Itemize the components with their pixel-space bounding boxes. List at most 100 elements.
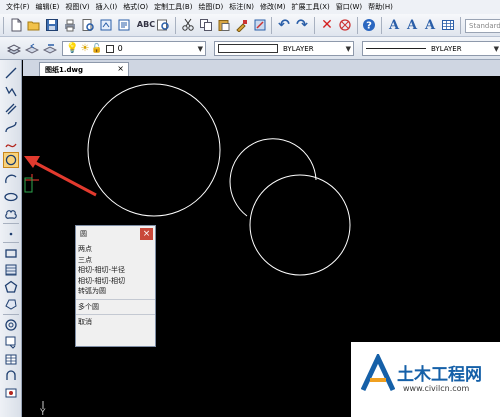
chevron-down-icon: ▼ xyxy=(493,45,499,53)
point-icon[interactable] xyxy=(3,226,19,241)
text-style-icon[interactable]: A xyxy=(386,17,402,33)
menu-item-arc-to-circle[interactable]: 转弧为圆 xyxy=(76,286,155,297)
print-icon[interactable] xyxy=(62,17,78,33)
dim-text-icon[interactable]: A xyxy=(404,17,420,33)
menu-separator xyxy=(76,298,155,300)
circle-options-menu: 圆 × 两点 三点 相切-相切-半径 相切-相切-相切 转弧为圆 多个圆 取消 xyxy=(75,225,156,347)
watermark-logo-icon xyxy=(361,354,395,392)
paste-icon[interactable] xyxy=(216,17,232,33)
freehand-icon[interactable] xyxy=(3,137,19,152)
color-value: BYLAYER xyxy=(283,44,314,53)
menu-help[interactable]: 帮助(H) xyxy=(368,2,393,12)
text-style-select[interactable]: Standard xyxy=(465,19,500,33)
redo-icon[interactable]: ↷ xyxy=(294,17,310,33)
find-replace-icon[interactable] xyxy=(155,17,171,33)
new-file-icon[interactable] xyxy=(8,17,24,33)
toolbar-separator xyxy=(314,17,315,34)
document-tab-title: 图纸1.dwg xyxy=(45,65,84,74)
svg-text:?: ? xyxy=(366,21,372,32)
annotation-arrowhead xyxy=(24,156,40,168)
menu-item-three-point[interactable]: 三点 xyxy=(76,255,155,266)
toolbar-separator xyxy=(3,223,19,224)
circle-shape[interactable] xyxy=(249,174,351,276)
menu-insert[interactable]: 插入(I) xyxy=(96,2,118,12)
table-style-icon[interactable] xyxy=(440,17,456,33)
menu-bar: 文件(F) 编辑(E) 视图(V) 插入(I) 格式(O) 定制工具(B) 绘图… xyxy=(0,0,500,14)
cut-icon[interactable] xyxy=(180,17,196,33)
layer-on-lightbulb-icon: 💡 xyxy=(66,43,79,54)
menu-extension-tools[interactable]: 扩展工具(X) xyxy=(292,2,330,12)
menu-file[interactable]: 文件(F) xyxy=(6,2,30,12)
rectangle-icon[interactable] xyxy=(3,245,19,260)
mtext-icon[interactable]: A xyxy=(422,17,438,33)
toolbar-separator xyxy=(460,17,461,34)
menu-format[interactable]: 格式(O) xyxy=(123,2,148,12)
layer-select[interactable]: 💡 ☀ 🔓 0 ▼ xyxy=(62,41,206,56)
publish-icon[interactable] xyxy=(116,17,132,33)
text-icon[interactable] xyxy=(3,368,19,383)
spline-icon[interactable] xyxy=(3,119,19,134)
menu-view[interactable]: 视图(V) xyxy=(65,2,89,12)
make-object-layer-current-icon[interactable] xyxy=(42,41,58,57)
color-swatch xyxy=(218,44,278,53)
hatch-icon[interactable] xyxy=(3,262,19,277)
site-watermark: 土木工程网 www.civilcn.com xyxy=(351,342,500,417)
menu-item-ttr[interactable]: 相切-相切-半径 xyxy=(76,265,155,276)
layer-previous-icon[interactable] xyxy=(24,41,40,57)
purge-icon[interactable] xyxy=(337,17,353,33)
revcloud-icon[interactable] xyxy=(3,207,19,222)
document-tab[interactable]: 图纸1.dwg × xyxy=(39,62,129,76)
toolbar-separator xyxy=(175,17,176,34)
help-icon[interactable]: ? xyxy=(361,17,377,33)
print-preview-icon[interactable] xyxy=(80,17,96,33)
match-properties-icon[interactable] xyxy=(234,17,250,33)
layer-manager-icon[interactable] xyxy=(6,41,22,57)
table-icon[interactable] xyxy=(3,351,19,366)
standard-toolbar: ABC ↶ ↷ ✕ ? A A A Standard xyxy=(0,14,500,37)
menu-draw[interactable]: 绘图(D) xyxy=(198,2,223,12)
copy-icon[interactable] xyxy=(198,17,214,33)
block-icon[interactable] xyxy=(3,334,19,349)
menu-window[interactable]: 窗口(W) xyxy=(336,2,362,12)
circle-icon[interactable] xyxy=(3,152,19,168)
undo-icon[interactable]: ↶ xyxy=(276,17,292,33)
polyline-icon[interactable] xyxy=(3,83,19,98)
save-icon[interactable] xyxy=(44,17,60,33)
color-select[interactable]: BYLAYER ▼ xyxy=(214,41,354,56)
donut-icon[interactable] xyxy=(3,317,19,332)
draw-toolbar xyxy=(0,60,22,417)
open-folder-icon[interactable] xyxy=(26,17,42,33)
spell-check-icon[interactable]: ABC xyxy=(137,17,155,33)
close-icon[interactable]: × xyxy=(117,64,124,73)
region-icon[interactable] xyxy=(3,296,19,311)
menu-dimension[interactable]: 标注(N) xyxy=(229,2,254,12)
layer-unlock-icon: 🔓 xyxy=(91,43,103,54)
erase-icon[interactable]: ✕ xyxy=(319,17,335,33)
toolbar-separator xyxy=(3,314,19,315)
menu-item-multiple-circles[interactable]: 多个圆 xyxy=(76,302,155,313)
wipeout-icon[interactable] xyxy=(3,385,19,400)
watermark-url: www.civilcn.com xyxy=(403,384,470,393)
polygon-icon[interactable] xyxy=(3,279,19,294)
menu-modify[interactable]: 修改(M) xyxy=(260,2,286,12)
linetype-value: BYLAYER xyxy=(431,44,462,53)
linetype-select[interactable]: BYLAYER ▼ xyxy=(362,41,500,56)
line-icon[interactable] xyxy=(3,65,19,80)
close-icon[interactable]: × xyxy=(140,228,153,240)
menu-item-two-point[interactable]: 两点 xyxy=(76,244,155,255)
menu-item-cancel[interactable]: 取消 xyxy=(76,317,155,328)
menu-custom-tools[interactable]: 定制工具(B) xyxy=(154,2,192,12)
trimmed-circle-shape[interactable] xyxy=(229,138,317,217)
block-editor-icon[interactable] xyxy=(252,17,268,33)
watermark-text: 土木工程网 xyxy=(397,365,482,385)
ellipse-icon[interactable] xyxy=(3,189,19,204)
menu-edit[interactable]: 编辑(E) xyxy=(36,2,60,12)
menu-item-ttt[interactable]: 相切-相切-相切 xyxy=(76,276,155,287)
arc-icon[interactable] xyxy=(3,171,19,186)
menu-separator xyxy=(76,314,155,315)
chevron-down-icon: ▼ xyxy=(197,45,203,53)
chevron-down-icon: ▼ xyxy=(345,45,351,53)
multiline-icon[interactable] xyxy=(3,101,19,116)
circle-shape[interactable] xyxy=(87,83,221,217)
plot-icon[interactable] xyxy=(98,17,114,33)
